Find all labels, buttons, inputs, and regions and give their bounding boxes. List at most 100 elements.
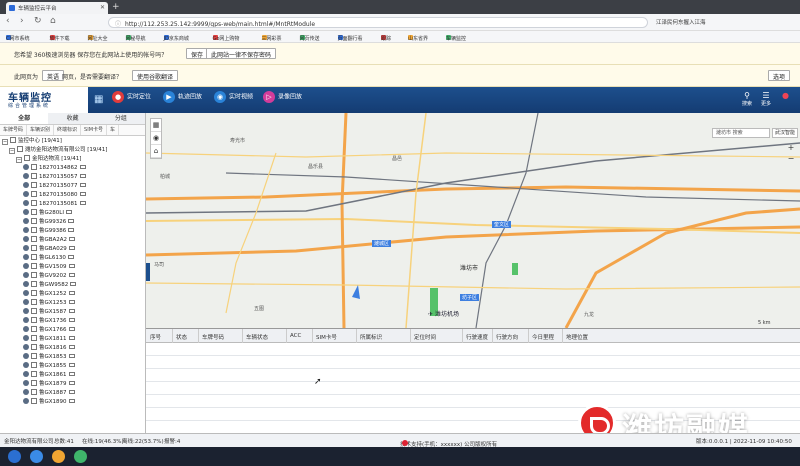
column-header[interactable]: ACC <box>290 333 301 339</box>
tree-vehicle-item[interactable]: 鲁GV1509 <box>2 263 143 272</box>
nav-track-playback[interactable]: ▶ 轨迹回放 <box>163 91 202 109</box>
tree-checkbox[interactable] <box>31 182 37 188</box>
map-search-input[interactable]: 潍坊市 搜索 <box>712 128 770 138</box>
table-row[interactable] <box>146 356 800 369</box>
tree-checkbox[interactable] <box>31 290 37 296</box>
tree-vehicle-item[interactable]: 鲁GX1587 <box>2 308 143 317</box>
tree-checkbox[interactable] <box>31 227 37 233</box>
search-suggestion[interactable]: 江泽民何东握入江海 <box>656 18 706 26</box>
translate-language-button[interactable]: 英语 <box>42 70 65 81</box>
column-header[interactable]: 序号 <box>150 333 161 341</box>
nav-live-video[interactable]: ◉ 实时视频 <box>214 91 253 109</box>
map-eye-tool-icon[interactable]: ◉ <box>151 132 161 145</box>
tree-vehicle-item[interactable]: 鲁GX1861 <box>2 371 143 380</box>
search-tab-more[interactable]: 车 <box>107 125 120 135</box>
tree-vehicle-item[interactable]: 鲁G99326 <box>2 218 143 227</box>
tree-vehicle-item[interactable]: 鲁G280LI <box>2 209 143 218</box>
map-layer-select[interactable]: 武汉智能 <box>772 128 798 138</box>
tree-checkbox[interactable] <box>31 380 37 386</box>
tree-checkbox[interactable] <box>31 398 37 404</box>
column-header[interactable]: 状态 <box>176 333 187 341</box>
tree-vehicle-item[interactable]: 鲁GX1816 <box>2 344 143 353</box>
tree-vehicle-item[interactable]: 18270135080 <box>2 191 143 200</box>
search-tab-plate[interactable]: 车牌号码 <box>0 125 28 135</box>
tree-checkbox[interactable] <box>31 254 37 260</box>
header-search-button[interactable]: ⚲ 搜索 <box>742 91 752 107</box>
tree-vehicle-item[interactable]: 鲁GW9582 <box>2 281 143 290</box>
tree-checkbox[interactable] <box>17 146 23 152</box>
map-view[interactable]: 潍坊市 ✈ 潍坊机场 寿光市 昌乐县 柏城 昌邑 九龙 马司 五图 潍城区 奎文… <box>146 113 800 328</box>
tree-checkbox[interactable] <box>24 155 30 161</box>
tree-checkbox[interactable] <box>31 191 37 197</box>
reload-icon[interactable]: ↻ <box>34 16 42 26</box>
browser-app-icon[interactable] <box>52 450 65 463</box>
tree-checkbox[interactable] <box>31 263 37 269</box>
back-icon[interactable]: ‹ <box>6 16 10 26</box>
tab-groups[interactable]: 分组 <box>97 113 145 124</box>
tree-group[interactable]: − 潍坊金阳达物流有限公司 [19/41] <box>2 146 143 155</box>
header-user-button[interactable]: ● <box>782 91 789 100</box>
start-icon[interactable] <box>8 450 21 463</box>
tree-checkbox[interactable] <box>31 371 37 377</box>
table-row[interactable] <box>146 369 800 382</box>
tree-checkbox[interactable] <box>31 218 37 224</box>
column-header[interactable]: 行驶方向 <box>496 333 518 341</box>
nav-recording-playback[interactable]: ▷ 录像回放 <box>263 91 302 109</box>
map-grid-tool-icon[interactable]: ▦ <box>151 119 161 132</box>
tree-checkbox[interactable] <box>31 326 37 332</box>
column-header[interactable]: SIM卡号 <box>316 333 337 341</box>
tree-checkbox[interactable] <box>31 353 37 359</box>
home-icon[interactable]: ⌂ <box>50 16 56 26</box>
translate-options-button[interactable]: 选项 <box>768 70 791 81</box>
tree-checkbox[interactable] <box>31 344 37 350</box>
tree-vehicle-item[interactable]: 鲁GV9202 <box>2 272 143 281</box>
tree-checkbox[interactable] <box>31 308 37 314</box>
tree-checkbox[interactable] <box>31 173 37 179</box>
column-header[interactable]: 地理位置 <box>566 333 588 341</box>
column-header[interactable]: 车辆状态 <box>246 333 268 341</box>
tree-checkbox[interactable] <box>31 272 37 278</box>
translate-button[interactable]: 使用谷歌翻译 <box>132 70 179 81</box>
tree-vehicle-item[interactable]: 鲁GX1890 <box>2 398 143 407</box>
tree-vehicle-item[interactable]: 鲁GX1252 <box>2 290 143 299</box>
tree-vehicle-item[interactable]: 鲁GX1853 <box>2 353 143 362</box>
column-header[interactable]: 定位时间 <box>414 333 436 341</box>
tree-vehicle-item[interactable]: 18270135081 <box>2 200 143 209</box>
tree-vehicle-item[interactable]: 鲁GX1879 <box>2 380 143 389</box>
tree-vehicle-item[interactable]: 鲁GX1253 <box>2 299 143 308</box>
tree-checkbox[interactable] <box>10 137 16 143</box>
url-input[interactable]: ⓘ http://112.253.25.142:9999/gps-web/main… <box>108 17 648 28</box>
expand-toggle-icon[interactable]: − <box>16 157 22 163</box>
new-tab-icon[interactable]: + <box>112 2 120 12</box>
tree-vehicle-item[interactable]: 鲁GX1855 <box>2 362 143 371</box>
tree-vehicle-item[interactable]: 鲁GL6130 <box>2 254 143 263</box>
sidebar-collapse-handle[interactable] <box>146 263 150 281</box>
nav-realtime-location[interactable]: ● 实时定位 <box>112 91 151 109</box>
column-header[interactable]: 车牌号码 <box>202 333 224 341</box>
tree-vehicle-item[interactable]: 鲁GX1811 <box>2 335 143 344</box>
tree-vehicle-item[interactable]: 18270134862 <box>2 164 143 173</box>
tab-favorites[interactable]: 收藏 <box>48 113 96 124</box>
column-header[interactable]: 行驶速度 <box>466 333 488 341</box>
header-more-button[interactable]: ☰ 更多 <box>761 91 771 107</box>
tree-checkbox[interactable] <box>31 245 37 251</box>
tree-checkbox[interactable] <box>31 335 37 341</box>
search-tab-vehicle-id[interactable]: 车辆识别 <box>27 125 55 135</box>
tree-checkbox[interactable] <box>31 236 37 242</box>
expand-toggle-icon[interactable]: − <box>2 139 8 145</box>
tree-checkbox[interactable] <box>31 317 37 323</box>
app-taskbar-icon[interactable] <box>74 450 87 463</box>
zoom-out-button[interactable]: − <box>786 154 796 165</box>
tree-vehicle-item[interactable]: 鲁G99386 <box>2 227 143 236</box>
search-tab-terminal-id[interactable]: 终端标识 <box>54 125 82 135</box>
tree-checkbox[interactable] <box>31 389 37 395</box>
tree-checkbox[interactable] <box>31 209 37 215</box>
column-header[interactable]: 今日里程 <box>532 333 554 341</box>
browser-tab[interactable]: 车辆监控云平台 ✕ <box>6 2 108 14</box>
tree-vehicle-item[interactable]: 鲁GBA2A2 <box>2 236 143 245</box>
grid-menu-icon[interactable]: ▦ <box>94 94 103 105</box>
table-row[interactable] <box>146 382 800 395</box>
tree-vehicle-item[interactable]: 鲁GX1766 <box>2 326 143 335</box>
tree-vehicle-item[interactable]: 18270135057 <box>2 173 143 182</box>
tree-vehicle-item[interactable]: 鲁GBA029 <box>2 245 143 254</box>
